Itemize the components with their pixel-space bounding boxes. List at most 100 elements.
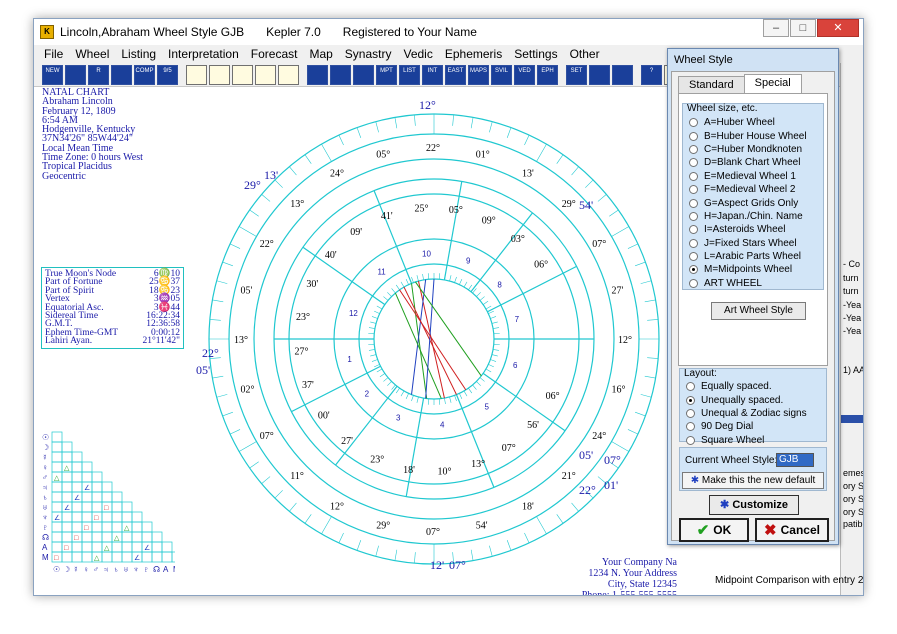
- layout-option[interactable]: Square Wheel: [686, 434, 807, 447]
- toolbar-button-4[interactable]: COMP: [134, 64, 155, 85]
- tab-standard[interactable]: Standard: [678, 76, 745, 94]
- layout-option[interactable]: Unequally spaced.: [686, 393, 807, 406]
- toolbar-button-12[interactable]: [330, 64, 351, 85]
- wheel-size-option[interactable]: I=Asteroids Wheel: [689, 223, 807, 236]
- planet-degree-label: 18': [403, 465, 415, 476]
- toolbar-button-7[interactable]: [209, 64, 230, 85]
- chart-canvas[interactable]: NATAL CHART Abraham Lincoln February 12, 1…: [34, 87, 677, 595]
- radio-button[interactable]: [689, 198, 698, 208]
- layout-option[interactable]: 90 Deg Dial: [686, 420, 807, 433]
- toolbar-button-10[interactable]: [278, 64, 299, 85]
- wheel-size-option[interactable]: C=Huber Mondknoten: [689, 143, 807, 156]
- toolbar-button-21[interactable]: EPH: [537, 64, 558, 85]
- wheel-size-option[interactable]: H=Japan./Chin. Name: [689, 210, 807, 223]
- art-wheel-style-button[interactable]: Art Wheel Style: [711, 302, 806, 320]
- toolbar-button-24[interactable]: [612, 64, 633, 85]
- current-style-input[interactable]: GJB: [776, 453, 814, 467]
- close-button[interactable]: ✕: [817, 19, 859, 37]
- make-default-button[interactable]: ✱ Make this the new default: [682, 472, 824, 489]
- wheel-size-option[interactable]: D=Blank Chart Wheel: [689, 156, 807, 169]
- menu-wheel[interactable]: Wheel: [75, 47, 109, 61]
- zodiac-tick: [556, 154, 564, 164]
- toolbar-button-6[interactable]: [186, 64, 207, 85]
- toolbar-button-14[interactable]: MPT: [376, 64, 397, 85]
- toolbar-button-9[interactable]: [255, 64, 276, 85]
- toolbar-button-16[interactable]: INT: [422, 64, 443, 85]
- toolbar-button-13[interactable]: [353, 64, 374, 85]
- cusp-label: 54': [579, 198, 593, 212]
- inner-tick: [395, 387, 400, 394]
- radio-button[interactable]: [689, 118, 698, 128]
- outer-ring-label: 13°: [290, 199, 304, 210]
- menu-synastry[interactable]: Synastry: [345, 47, 392, 61]
- wheel-size-option[interactable]: E=Medieval Wheel 1: [689, 170, 807, 183]
- radio-button[interactable]: [689, 278, 698, 288]
- radio-button[interactable]: [689, 144, 698, 154]
- wheel-size-option-label: L=Arabic Parts Wheel: [704, 251, 801, 263]
- layout-option-label: Unequally spaced.: [701, 394, 784, 406]
- wheel-size-option[interactable]: F=Medieval Wheel 2: [689, 183, 807, 196]
- toolbar-button-1[interactable]: [65, 64, 86, 85]
- toolbar-button-17[interactable]: EAST: [445, 64, 466, 85]
- tab-special[interactable]: Special: [743, 74, 802, 94]
- toolbar-button-25[interactable]: ?: [641, 64, 662, 85]
- kepler-app-icon[interactable]: K: [40, 25, 54, 39]
- radio-button[interactable]: [689, 211, 698, 221]
- menu-other[interactable]: Other: [570, 47, 600, 61]
- toolbar-button-3[interactable]: [111, 64, 132, 85]
- toolbar-button-19[interactable]: SVIL: [491, 64, 512, 85]
- menu-file[interactable]: File: [44, 47, 63, 61]
- toolbar-button-11[interactable]: [307, 64, 328, 85]
- radio-button[interactable]: [686, 395, 695, 405]
- cancel-button[interactable]: ✖ Cancel: [755, 518, 829, 542]
- menu-ephemeris[interactable]: Ephemeris: [445, 47, 502, 61]
- aspect-mark: ∠: [74, 494, 80, 502]
- ok-button[interactable]: ✔ OK: [679, 518, 749, 542]
- wheel-size-option[interactable]: ART WHEEL: [689, 277, 807, 290]
- layout-option[interactable]: Equally spaced.: [686, 380, 807, 393]
- toolbar-button-23[interactable]: [589, 64, 610, 85]
- radio-button[interactable]: [689, 252, 698, 262]
- customize-button[interactable]: ✱ Customize: [709, 495, 799, 515]
- wheel-size-option[interactable]: M=Midpoints Wheel: [689, 263, 807, 276]
- layout-option[interactable]: Unequal & Zodiac signs: [686, 407, 807, 420]
- toolbar-button-2[interactable]: R: [88, 64, 109, 85]
- menu-listing[interactable]: Listing: [121, 47, 156, 61]
- menu-map[interactable]: Map: [309, 47, 332, 61]
- maximize-button[interactable]: □: [790, 19, 816, 37]
- minimize-button[interactable]: –: [763, 19, 789, 37]
- toolbar-button-22[interactable]: SET: [566, 64, 587, 85]
- background-item: patib: [843, 519, 863, 529]
- radio-button[interactable]: [689, 171, 698, 181]
- radio-button[interactable]: [689, 185, 698, 195]
- radio-button[interactable]: [686, 408, 695, 418]
- wheel-size-option[interactable]: A=Huber Wheel: [689, 116, 807, 129]
- radio-button[interactable]: [689, 265, 698, 275]
- menu-forecast[interactable]: Forecast: [251, 47, 298, 61]
- toolbar-button-20[interactable]: VED: [514, 64, 535, 85]
- toolbar-button-0[interactable]: NEW: [42, 64, 63, 85]
- aspect-mark: □: [74, 535, 79, 542]
- wheel-size-option[interactable]: J=Fixed Stars Wheel: [689, 237, 807, 250]
- radio-button[interactable]: [686, 382, 695, 392]
- radio-button[interactable]: [689, 238, 698, 248]
- radio-button[interactable]: [689, 225, 698, 235]
- toolbar-button-15[interactable]: LIST: [399, 64, 420, 85]
- radio-button[interactable]: [689, 158, 698, 168]
- menu-vedic[interactable]: Vedic: [403, 47, 432, 61]
- wheel-size-option[interactable]: B=Huber House Wheel: [689, 129, 807, 142]
- radio-button[interactable]: [686, 435, 695, 445]
- menu-settings[interactable]: Settings: [514, 47, 557, 61]
- wheel-size-option[interactable]: L=Arabic Parts Wheel: [689, 250, 807, 263]
- wheel-size-option[interactable]: G=Aspect Grids Only: [689, 196, 807, 209]
- chart-wheel[interactable]: 12345678910111222°05'07°54'13'29°12°12'0…: [194, 99, 674, 579]
- house-number: 12: [349, 309, 358, 318]
- toolbar-button-5[interactable]: 9/5: [157, 64, 178, 85]
- menu-interpretation[interactable]: Interpretation: [168, 47, 239, 61]
- radio-button[interactable]: [689, 131, 698, 141]
- layout-group-label: Layout:: [684, 368, 717, 379]
- title-bar[interactable]: K Lincoln,Abraham Wheel Style GJB Kepler…: [34, 19, 863, 45]
- toolbar-button-18[interactable]: MAPS: [468, 64, 489, 85]
- toolbar-button-8[interactable]: [232, 64, 253, 85]
- radio-button[interactable]: [686, 422, 695, 432]
